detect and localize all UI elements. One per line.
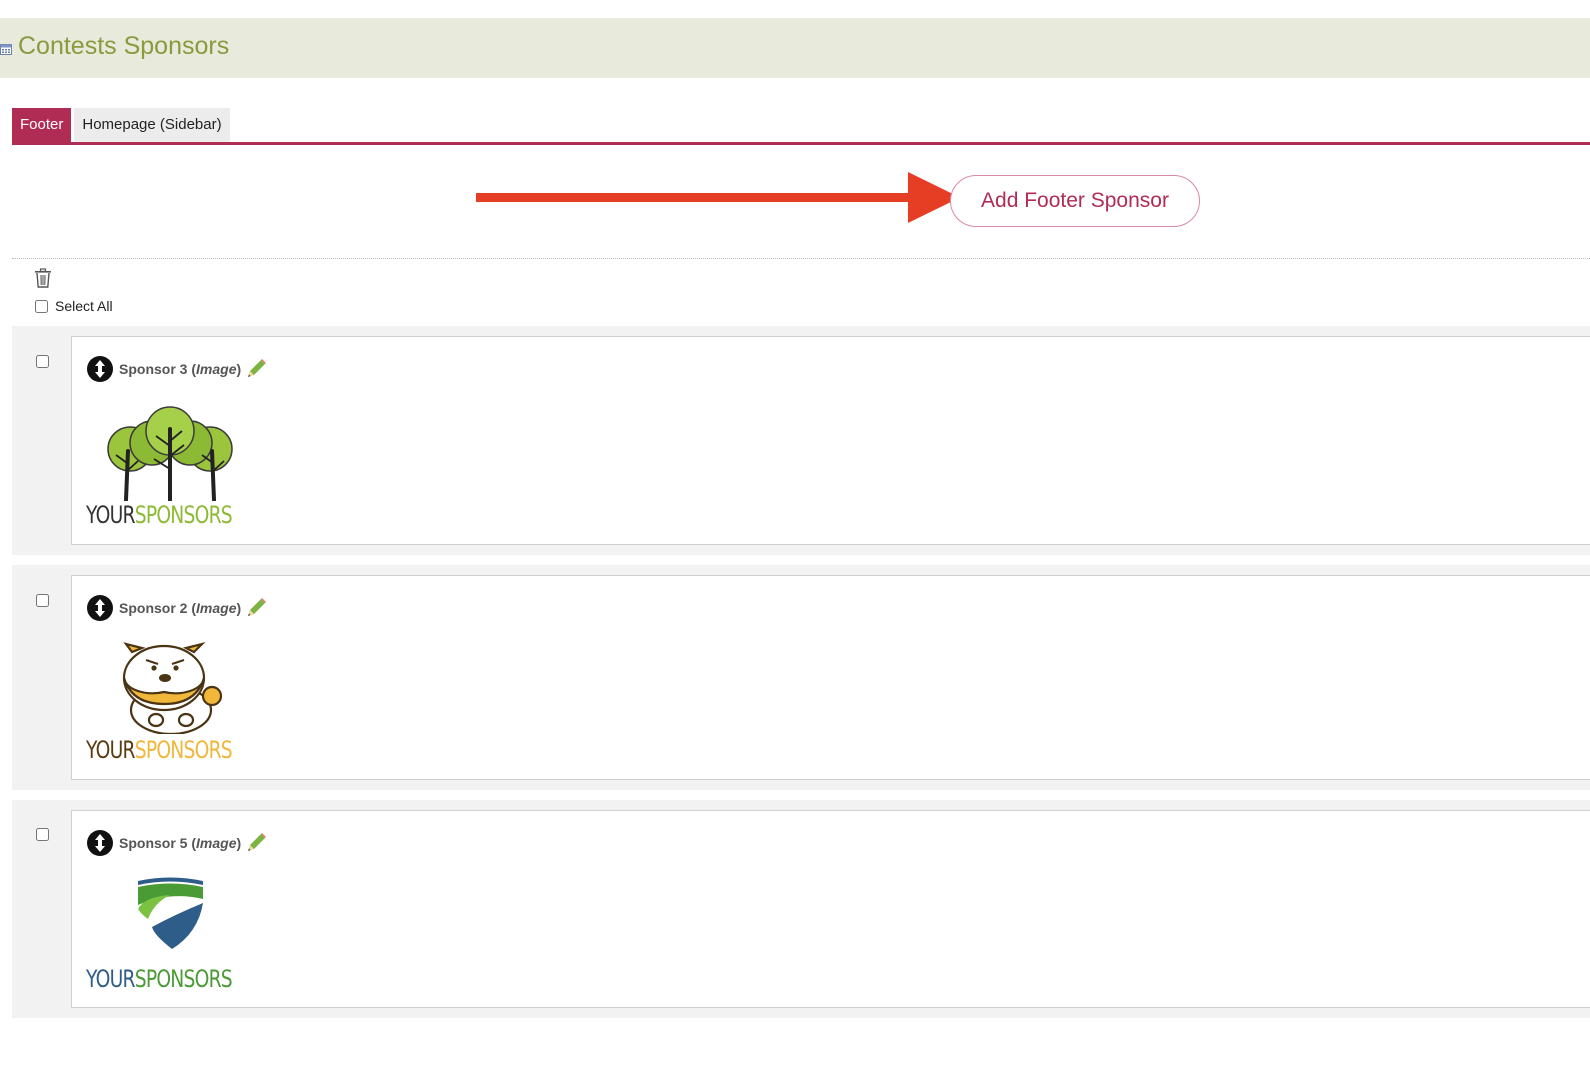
move-icon[interactable] — [87, 830, 113, 856]
sponsor-checkbox[interactable] — [36, 355, 49, 368]
page-title: Contests Sponsors — [18, 32, 230, 60]
trees-icon — [107, 406, 233, 501]
sponsor-logo: YOURSPONSORS — [86, 640, 273, 764]
pencil-edit-icon[interactable] — [245, 832, 267, 854]
calendar-icon — [0, 44, 12, 55]
sponsor-card: Sponsor 5 (Image) YOURSPONSORS — [71, 810, 1590, 1008]
move-icon[interactable] — [87, 595, 113, 621]
add-footer-sponsor-button[interactable]: Add Footer Sponsor — [950, 175, 1200, 227]
logo-wordmark: YOURSPONSORS — [86, 501, 233, 529]
pencil-edit-icon[interactable] — [245, 358, 267, 380]
sponsor-logo: YOURSPONSORS — [86, 875, 273, 993]
red-arrow-annotation — [476, 172, 960, 223]
page-header: Contests Sponsors — [0, 18, 1590, 78]
logo-wordmark: YOURSPONSORS — [86, 736, 233, 764]
select-all-checkbox[interactable] — [35, 299, 48, 313]
sponsor-header: Sponsor 5 (Image) — [87, 830, 267, 856]
sponsor-row: Sponsor 2 (Image) YOURSPONSORS — [12, 565, 1590, 790]
sponsor-card: Sponsor 2 (Image) YOURSPONSORS — [71, 575, 1590, 780]
sponsor-header: Sponsor 3 (Image) — [87, 356, 267, 382]
sponsor-checkbox[interactable] — [36, 594, 49, 607]
move-icon[interactable] — [87, 356, 113, 382]
bulldog-icon — [122, 641, 223, 734]
tab-footer[interactable]: Footer — [12, 108, 72, 142]
sponsor-header: Sponsor 2 (Image) — [87, 595, 267, 621]
sponsor-card: Sponsor 3 (Image) YOURSPONSORS — [71, 336, 1590, 545]
trash-icon[interactable] — [34, 268, 52, 288]
sponsor-name: Sponsor 5 (Image) — [119, 835, 242, 851]
divider — [12, 258, 1590, 259]
sponsor-logo: YOURSPONSORS — [86, 401, 273, 529]
shield-icon — [138, 877, 203, 949]
tab-bar: Footer Homepage (Sidebar) — [12, 108, 230, 142]
sponsor-checkbox[interactable] — [36, 828, 49, 841]
tab-underline — [12, 142, 1590, 145]
tab-homepage-sidebar[interactable]: Homepage (Sidebar) — [74, 108, 230, 142]
sponsor-name: Sponsor 3 (Image) — [119, 361, 242, 377]
sponsor-row: Sponsor 3 (Image) YOURSPONSORS — [12, 326, 1590, 555]
sponsor-row: Sponsor 5 (Image) YOURSPONSORS — [12, 800, 1590, 1018]
pencil-edit-icon[interactable] — [245, 597, 267, 619]
logo-wordmark: YOURSPONSORS — [86, 965, 233, 993]
sponsor-name: Sponsor 2 (Image) — [119, 600, 242, 616]
select-all-label: Select All — [55, 298, 113, 314]
select-all: Select All — [35, 298, 113, 314]
